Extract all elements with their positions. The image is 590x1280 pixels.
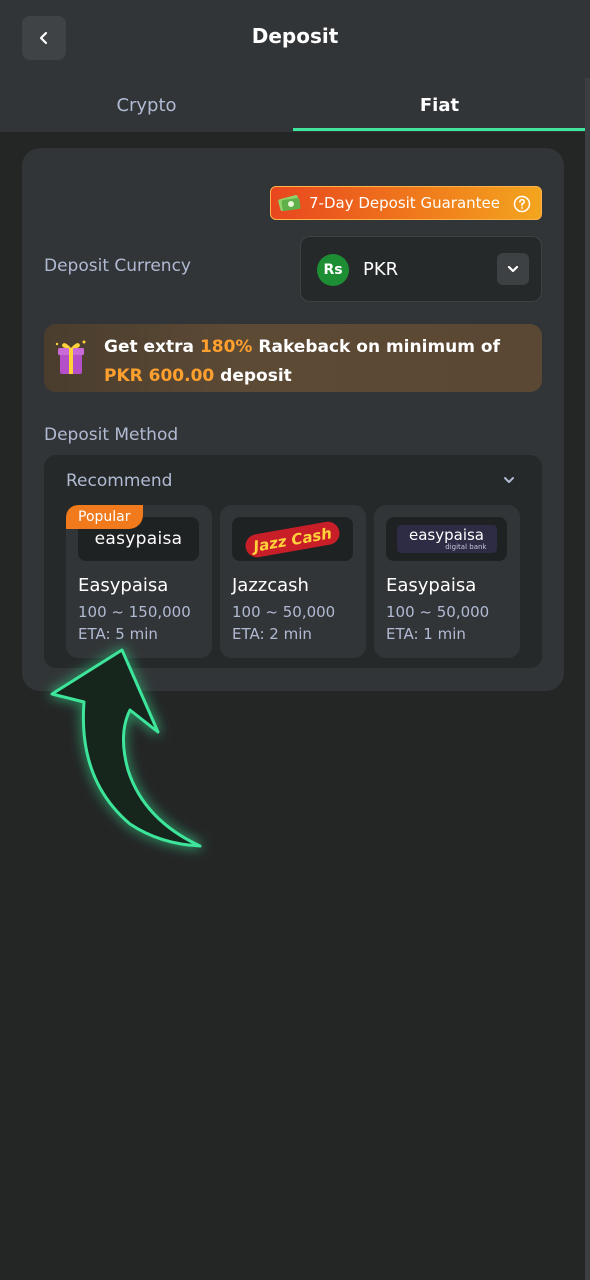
recommend-group-label[interactable]: Recommend — [66, 471, 172, 491]
promo-text-part: Get extra — [104, 337, 200, 357]
promo-text-part: Rakeback on minimum of — [252, 337, 500, 357]
promo-text-part: deposit — [214, 366, 292, 386]
gift-icon — [55, 340, 86, 374]
active-tab-indicator — [293, 128, 586, 131]
pointer-arrow-icon — [50, 648, 202, 848]
deposit-currency-label: Deposit Currency — [44, 256, 191, 276]
method-eta: ETA: 2 min — [232, 625, 312, 643]
chevron-down-icon[interactable] — [502, 473, 516, 487]
money-icon — [278, 195, 301, 211]
digital-bank-text: digital bank — [445, 542, 487, 551]
tab-crypto[interactable]: Crypto — [0, 78, 293, 132]
app-header: Deposit — [0, 0, 590, 78]
currency-code: PKR — [363, 259, 399, 280]
method-card-jazzcash[interactable]: Jazz Cash Jazzcash 100 ~ 50,000 ETA: 2 m… — [220, 505, 366, 658]
currency-select[interactable]: Rs PKR — [300, 236, 542, 302]
method-card-easypaisa-digital[interactable]: easypaisa digital bank Easypaisa 100 ~ 5… — [374, 505, 520, 658]
method-eta: ETA: 1 min — [386, 625, 466, 643]
method-range: 100 ~ 50,000 — [386, 603, 490, 621]
page-title: Deposit — [251, 24, 339, 48]
deposit-method-label: Deposit Method — [44, 425, 179, 445]
easypaisa-digital-bank-logo: easypaisa digital bank — [386, 517, 507, 561]
chevron-down-icon — [507, 265, 519, 273]
deposit-guarantee-badge[interactable]: 7-Day Deposit Guarantee — [270, 186, 542, 220]
method-range: 100 ~ 50,000 — [232, 603, 336, 621]
method-name: Jazzcash — [232, 575, 309, 596]
promo-minimum-amount: PKR 600.00 — [104, 366, 215, 386]
method-range: 100 ~ 150,000 — [78, 603, 191, 621]
tab-fiat[interactable]: Fiat — [293, 78, 586, 132]
easypaisa-logo-text: easypaisa — [94, 529, 183, 549]
jazzcash-logo-badge: Jazz Cash — [243, 519, 342, 559]
easypaisa-logo-text: easypaisa — [409, 525, 484, 544]
method-name: Easypaisa — [386, 575, 477, 596]
promo-rakeback-percent: 180% — [199, 337, 253, 357]
rakeback-promo-banner[interactable]: Get extra 180% Rakeback on minimum of PK… — [44, 324, 542, 392]
currency-dropdown-button[interactable] — [497, 253, 529, 285]
method-name: Easypaisa — [78, 575, 169, 596]
question-circle-icon[interactable] — [513, 195, 531, 213]
deposit-card: 7-Day Deposit Guarantee Deposit Currency… — [22, 148, 564, 691]
jazzcash-logo: Jazz Cash — [232, 517, 353, 561]
tab-bar: Crypto Fiat — [0, 78, 590, 132]
guarantee-label: 7-Day Deposit Guarantee — [309, 194, 500, 212]
jazzcash-logo-text: Jazz Cash — [252, 523, 334, 556]
promo-text: Get extra 180% Rakeback on minimum of PK… — [104, 333, 534, 391]
scrollbar[interactable] — [585, 78, 590, 1280]
easypaisa-digital-bank-badge: easypaisa digital bank — [396, 525, 497, 553]
popular-badge: Popular — [66, 505, 143, 529]
rupee-icon: Rs — [317, 254, 349, 286]
